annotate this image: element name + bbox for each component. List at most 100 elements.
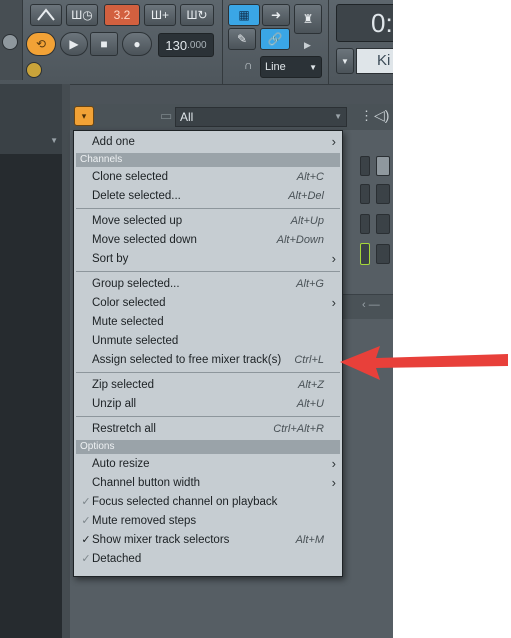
menu-item-label: Zip selected xyxy=(92,379,155,391)
menu-item[interactable]: Mute selected xyxy=(74,313,342,332)
menu-item[interactable]: Sort by › xyxy=(74,250,342,269)
menu-item-label: Color selected xyxy=(92,297,166,309)
small-arrow-icon: ▶ xyxy=(304,40,311,50)
rack-scrollbar[interactable]: ‹ — xyxy=(340,294,393,319)
mute-led[interactable] xyxy=(360,184,370,204)
menu-item[interactable]: Auto resize › xyxy=(74,455,342,474)
channel-menu-button[interactable]: ▼ xyxy=(336,48,354,74)
loop-record-icon: Ш↻ xyxy=(186,8,208,22)
typing-keyboard-button[interactable]: ▦ xyxy=(228,4,260,26)
record-icon: ● xyxy=(133,37,141,51)
link-button[interactable]: 🔗 xyxy=(260,28,290,50)
menu-item[interactable]: Delete selected... Alt+Del xyxy=(74,187,342,206)
pattern-song-toggle[interactable]: ⟲ xyxy=(26,32,56,56)
step-edit-button[interactable]: Ш+ xyxy=(144,4,176,26)
menu-item-label: Assign selected to free mixer track(s) xyxy=(92,354,282,366)
menu-item[interactable]: ✓ Detached xyxy=(74,550,342,569)
time-value: 0: xyxy=(371,7,393,38)
arrow-shape xyxy=(340,346,508,380)
menu-divider xyxy=(76,208,340,209)
chevron-down-icon[interactable]: ▼ xyxy=(50,136,58,145)
menu-item[interactable]: Unmute selected xyxy=(74,332,342,351)
chevron-right-icon: › xyxy=(331,134,336,149)
hat-button[interactable]: ♜ xyxy=(294,4,322,34)
channel-rack-header: ▾ ▭ All ▼ ⋮ ◁) xyxy=(70,104,393,130)
channel-button[interactable] xyxy=(376,244,390,264)
menu-item[interactable]: Move selected down Alt+Down xyxy=(74,231,342,250)
channel-row xyxy=(340,182,393,204)
menu-item-shortcut: Alt+Del xyxy=(288,190,324,202)
pattern-display: 3.2 xyxy=(113,8,131,22)
mute-led[interactable] xyxy=(360,156,370,176)
menu-item-shortcut: Alt+U xyxy=(296,398,324,410)
menu-item-shortcut: Alt+M xyxy=(295,534,324,546)
menu-item[interactable]: ✓ Focus selected channel on playback xyxy=(74,493,342,512)
check-icon: ✓ xyxy=(81,515,91,527)
play-button[interactable]: ▶ xyxy=(60,32,88,56)
toolbar-divider-2 xyxy=(328,0,329,84)
menu-item[interactable]: Color selected › xyxy=(74,294,342,313)
menu-item-shortcut: Alt+G xyxy=(296,278,324,290)
check-icon: ✓ xyxy=(81,496,91,508)
menu-item[interactable]: Group selected... Alt+G xyxy=(74,275,342,294)
menu-item[interactable]: Clone selected Alt+C xyxy=(74,168,342,187)
grip-icon[interactable]: ⋮ xyxy=(360,108,373,124)
folder-icon: ▭ xyxy=(160,108,173,123)
stop-button[interactable]: ■ xyxy=(90,32,118,56)
keyboard-icon: ▦ xyxy=(238,8,250,22)
speaker-icon[interactable]: ◁) xyxy=(374,107,389,124)
menu-item-shortcut: Ctrl+L xyxy=(294,354,324,366)
loop-record-button[interactable]: Ш↻ xyxy=(180,4,214,26)
countdown-button[interactable]: 3.2 xyxy=(104,4,140,26)
mute-led[interactable] xyxy=(360,243,370,265)
channel-button[interactable] xyxy=(376,156,390,176)
browser-header: ▼ xyxy=(0,130,62,155)
menu-item-shortcut: Ctrl+Alt+R xyxy=(273,423,324,435)
next-button[interactable]: ➜ xyxy=(262,4,290,26)
time-display[interactable]: 0: xyxy=(336,4,393,42)
snap-mode-select[interactable]: Line ▼ xyxy=(260,56,322,78)
menu-item[interactable]: ✓ Mute removed steps xyxy=(74,512,342,531)
menu-item[interactable]: Move selected up Alt+Up xyxy=(74,212,342,231)
menu-item-label: Move selected down xyxy=(92,234,197,246)
pen-icon: ✎ xyxy=(236,32,248,46)
channel-name-field[interactable]: Ki xyxy=(356,48,393,74)
menu-item-shortcut: Alt+Z xyxy=(298,379,324,391)
mute-led[interactable] xyxy=(360,214,370,234)
menu-item-label: Sort by xyxy=(92,253,129,265)
menu-item-label: Move selected up xyxy=(92,215,183,227)
chevron-down-icon: ▾ xyxy=(81,110,87,121)
stop-icon: ■ xyxy=(100,37,108,51)
wait-icon: Ш◷ xyxy=(71,8,93,22)
menu-divider xyxy=(76,271,340,272)
menu-item-shortcut: Alt+Up xyxy=(290,215,324,227)
rack-options-button[interactable]: ▾ xyxy=(74,106,94,126)
metronome-button[interactable] xyxy=(30,4,62,26)
menu-item[interactable]: Channel button width › xyxy=(74,474,342,493)
menu-item[interactable]: Restretch all Ctrl+Alt+R xyxy=(74,420,342,439)
channel-button[interactable] xyxy=(376,214,390,234)
master-volume-slider[interactable] xyxy=(0,0,23,80)
panel-separator xyxy=(62,84,70,638)
record-button[interactable]: ● xyxy=(122,32,152,56)
wait-input-button[interactable]: Ш◷ xyxy=(66,4,98,26)
menu-item-label: Mute removed steps xyxy=(92,515,197,527)
tempo-decimal: .000 xyxy=(187,39,207,51)
channel-name-text: Ki xyxy=(377,52,391,69)
tempo-display[interactable]: 130.000 xyxy=(158,33,214,57)
filter-value: All xyxy=(180,110,194,124)
menu-item[interactable]: Assign selected to free mixer track(s) Ct… xyxy=(74,351,342,370)
menu-item[interactable]: Zip selected Alt+Z xyxy=(74,376,342,395)
menu-item-label: Clone selected xyxy=(92,171,169,183)
headphone-icon: ∩ xyxy=(244,58,253,72)
menu-item[interactable]: Add one › xyxy=(74,133,342,152)
link-icon: 🔗 xyxy=(267,32,283,46)
menu-item[interactable]: Unzip all Alt+U xyxy=(74,395,342,414)
menu-item[interactable]: ✓ Show mixer track selectors Alt+M xyxy=(74,531,342,550)
channel-button[interactable] xyxy=(376,184,390,204)
filter-select[interactable]: All ▼ xyxy=(175,107,347,127)
master-pitch-knob[interactable] xyxy=(26,62,42,78)
snap-button[interactable]: ✎ xyxy=(228,28,256,50)
menu-divider xyxy=(76,416,340,417)
menu-item-label: Channel button width xyxy=(92,477,201,489)
